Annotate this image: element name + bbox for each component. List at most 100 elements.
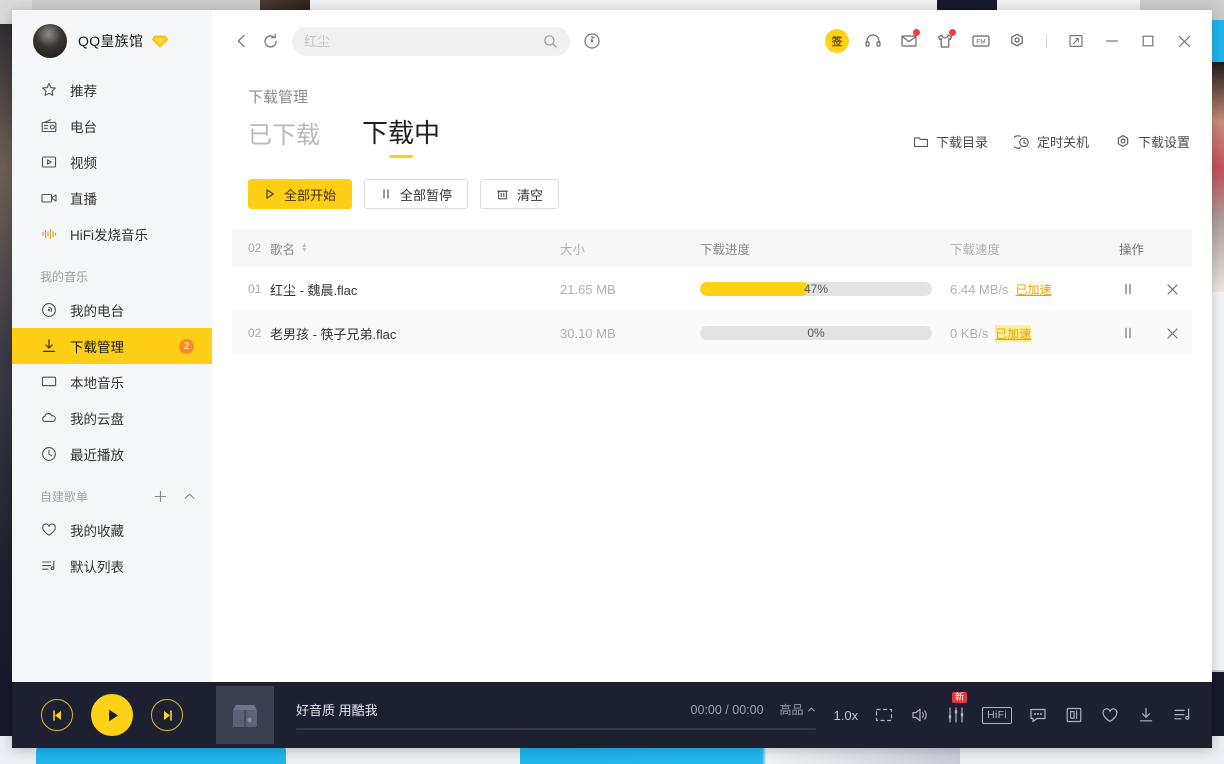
lyrics-icon[interactable]: [1064, 704, 1084, 726]
sort-icon[interactable]: ▲ ▼: [301, 242, 308, 254]
sidebar-item-recommend[interactable]: 推荐: [12, 72, 212, 108]
music-disc-icon[interactable]: [578, 27, 606, 55]
kuwo-music-window: QQ皇族馆 推荐 电台 视频 直播 HiFi发烧音乐 我的音乐 我的电台 下载管…: [12, 10, 1212, 748]
table-row[interactable]: 01 红尘 - 魏晨.flac 21.65 MB 47% 6.44 MB/s 已…: [232, 267, 1192, 311]
playback-speed-button[interactable]: 1.0x: [834, 704, 859, 726]
next-track-icon[interactable]: [151, 699, 183, 731]
page-title: 下载管理: [248, 89, 309, 106]
previous-track-icon[interactable]: [41, 699, 73, 731]
my-radio-icon: [40, 302, 57, 319]
sidebar-item-label: 最近播放: [70, 448, 124, 463]
download-icon[interactable]: [1136, 704, 1156, 726]
player-right-icons: 1.0x 新 HiFi: [834, 692, 1212, 726]
favorite-icon[interactable]: [1100, 704, 1120, 726]
collapse-playlists-icon[interactable]: [183, 490, 196, 503]
start-all-button[interactable]: 全部开始: [248, 179, 353, 209]
sidebar-item-cloud-disk[interactable]: 我的云盘: [12, 400, 212, 436]
pause-icon[interactable]: [1119, 324, 1137, 342]
seek-bar[interactable]: [296, 728, 816, 730]
pause-all-button[interactable]: 全部暂停: [364, 179, 469, 209]
mini-mode-icon[interactable]: [1060, 25, 1092, 57]
back-arrow-icon[interactable]: [228, 27, 256, 55]
download-directory-button[interactable]: 下载目录: [913, 132, 988, 151]
desktop-lyrics-icon[interactable]: [874, 704, 894, 726]
sidebar-item-label: 电台: [70, 120, 97, 135]
sidebar-item-label: 我的云盘: [70, 412, 124, 427]
pause-icon: [380, 188, 392, 200]
folder-icon: [913, 134, 929, 150]
speed-value: 6.44 MB/s: [950, 281, 1009, 297]
hifi-wave-icon: [40, 226, 57, 243]
caret-up-icon: [807, 705, 816, 714]
refresh-icon[interactable]: [256, 27, 284, 55]
tab-downloading[interactable]: 下载中: [362, 113, 440, 157]
sidebar-item-favorites[interactable]: 我的收藏: [12, 512, 212, 548]
row-actions: [1115, 324, 1192, 342]
download-settings-button[interactable]: 下载设置: [1115, 132, 1190, 151]
accelerate-link[interactable]: 已加速: [995, 324, 1032, 342]
row-size: 30.10 MB: [560, 325, 616, 341]
column-header-name[interactable]: 歌名 ▲ ▼: [270, 239, 560, 258]
progress-label: 0%: [807, 326, 825, 340]
clock-icon: [40, 446, 57, 463]
sidebar-item-video[interactable]: 视频: [12, 144, 212, 180]
header-action-label: 下载目录: [935, 135, 988, 150]
now-playing-area: 好音质 用酷我 00:00 / 00:00 高品: [274, 700, 834, 730]
quality-selector[interactable]: 高品: [780, 701, 816, 718]
playlist-icon[interactable]: [1172, 704, 1192, 726]
tab-downloaded[interactable]: 已下载: [248, 115, 320, 157]
sidebar-item-default-list[interactable]: 默认列表: [12, 548, 212, 584]
close-icon[interactable]: [1163, 280, 1181, 298]
sidebar-item-download-manager[interactable]: 下载管理 2: [12, 328, 212, 364]
sign-in-label: 签: [825, 29, 849, 53]
skin-icon[interactable]: [929, 25, 961, 57]
minimize-icon[interactable]: [1096, 25, 1128, 57]
search-icon[interactable]: [543, 34, 558, 49]
table-row[interactable]: 02 老男孩 - 筷子兄弟.flac 30.10 MB 0% 0 KB/s 已加…: [232, 311, 1192, 355]
maximize-icon[interactable]: [1132, 25, 1164, 57]
search-box[interactable]: [292, 26, 570, 56]
download-icon: [40, 338, 57, 355]
sidebar-item-label: 本地音乐: [70, 376, 124, 391]
play-icon[interactable]: [91, 694, 133, 736]
vip-diamond-icon[interactable]: [152, 34, 169, 48]
pause-icon[interactable]: [1119, 280, 1137, 298]
now-playing-title: 好音质 用酷我: [296, 703, 378, 718]
settings-icon[interactable]: [1001, 25, 1033, 57]
volume-icon[interactable]: [910, 704, 930, 726]
avatar[interactable]: [33, 24, 67, 58]
progress-bar: 0%: [700, 326, 932, 340]
button-label: 全部开始: [284, 187, 337, 203]
user-name: QQ皇族馆: [78, 33, 144, 49]
equalizer-icon[interactable]: 新: [946, 692, 968, 726]
sidebar-item-label: 视频: [70, 156, 97, 171]
sidebar-item-local-music[interactable]: 本地音乐: [12, 364, 212, 400]
live-icon: [40, 190, 57, 207]
column-header-progress: 下载进度: [700, 242, 751, 257]
close-icon[interactable]: [1168, 25, 1200, 57]
user-profile[interactable]: QQ皇族馆: [12, 10, 212, 72]
comment-icon[interactable]: [1028, 704, 1048, 726]
star-icon: [40, 82, 57, 99]
skin-red-dot: [949, 29, 956, 36]
sidebar-item-radio[interactable]: 电台: [12, 108, 212, 144]
fm-icon[interactable]: FM: [965, 25, 997, 57]
hifi-icon[interactable]: HiFi: [982, 704, 1012, 726]
headphones-icon[interactable]: [857, 25, 889, 57]
clear-all-button[interactable]: 清空: [480, 179, 560, 209]
add-playlist-icon[interactable]: [154, 490, 167, 503]
sidebar-item-label: 我的收藏: [70, 524, 124, 539]
sidebar-item-recent-played[interactable]: 最近播放: [12, 436, 212, 472]
mail-icon[interactable]: [893, 25, 925, 57]
accelerate-link[interactable]: 已加速: [1016, 281, 1052, 298]
sidebar-item-my-radio[interactable]: 我的电台: [12, 292, 212, 328]
header-action-label: 下载设置: [1137, 135, 1190, 150]
titlebar-actions: 签 FM: [821, 25, 1200, 57]
sidebar-item-live[interactable]: 直播: [12, 180, 212, 216]
sign-in-button[interactable]: 签: [821, 25, 853, 57]
sidebar-item-hifi[interactable]: HiFi发烧音乐: [12, 216, 212, 252]
album-cover-placeholder[interactable]: [216, 686, 274, 744]
timed-shutdown-button[interactable]: 定时关机: [1013, 132, 1089, 151]
close-icon[interactable]: [1163, 324, 1181, 342]
search-input[interactable]: [304, 33, 543, 49]
